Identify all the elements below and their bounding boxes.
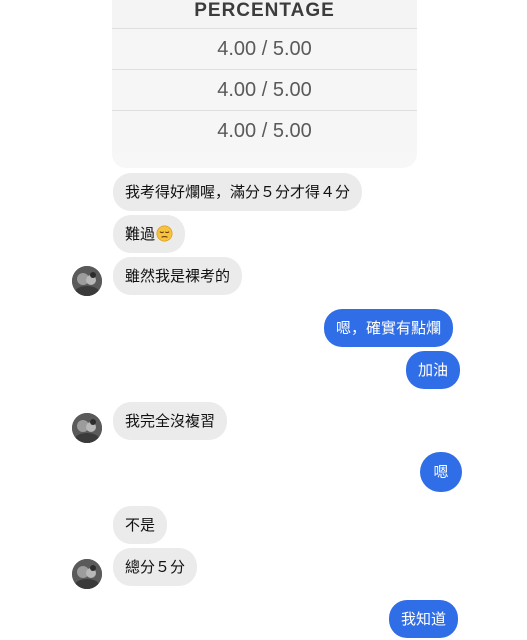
- message-text: 我考得好爛喔，滿分５分才得４分: [125, 183, 351, 201]
- message-outgoing-2[interactable]: 加油: [406, 351, 461, 389]
- message-incoming-3[interactable]: 雖然我是裸考的: [113, 257, 243, 295]
- message-text: 我完全沒複習: [125, 412, 216, 430]
- table-row-score-1: 4.00 / 5.00: [112, 28, 417, 69]
- message-text: 嗯，確實有點爛: [336, 319, 442, 337]
- contact-avatar-icon[interactable]: [72, 559, 102, 589]
- contact-avatar-icon[interactable]: [72, 413, 102, 443]
- message-incoming-2[interactable]: 難過: [113, 215, 186, 253]
- message-text: 總分５分: [125, 558, 186, 576]
- message-outgoing-1[interactable]: 嗯，確實有點爛: [324, 309, 454, 347]
- message-text: 不是: [125, 516, 156, 534]
- attached-score-image[interactable]: PERCENTAGE 4.00 / 5.00 4.00 / 5.00 4.00 …: [112, 0, 417, 168]
- message-text: 雖然我是裸考的: [125, 267, 231, 285]
- message-incoming-6[interactable]: 總分５分: [113, 548, 198, 586]
- message-text: 嗯: [433, 463, 449, 481]
- message-text: 我知道: [401, 610, 447, 628]
- message-outgoing-4[interactable]: 我知道: [389, 600, 459, 638]
- table-row-score-3: 4.00 / 5.00: [112, 110, 417, 151]
- message-text: 難過: [125, 225, 156, 243]
- message-incoming-5[interactable]: 不是: [113, 506, 168, 544]
- message-outgoing-3[interactable]: 嗯: [420, 452, 462, 492]
- contact-avatar-icon[interactable]: [72, 266, 102, 296]
- message-incoming-1[interactable]: 我考得好爛喔，滿分５分才得４分: [113, 173, 363, 211]
- pensive-face-emoji-icon: [156, 225, 173, 242]
- message-incoming-4[interactable]: 我完全沒複習: [113, 402, 228, 440]
- table-header-percentage: PERCENTAGE: [112, 0, 417, 28]
- message-text: 加油: [418, 361, 449, 379]
- table-row-score-2: 4.00 / 5.00: [112, 69, 417, 110]
